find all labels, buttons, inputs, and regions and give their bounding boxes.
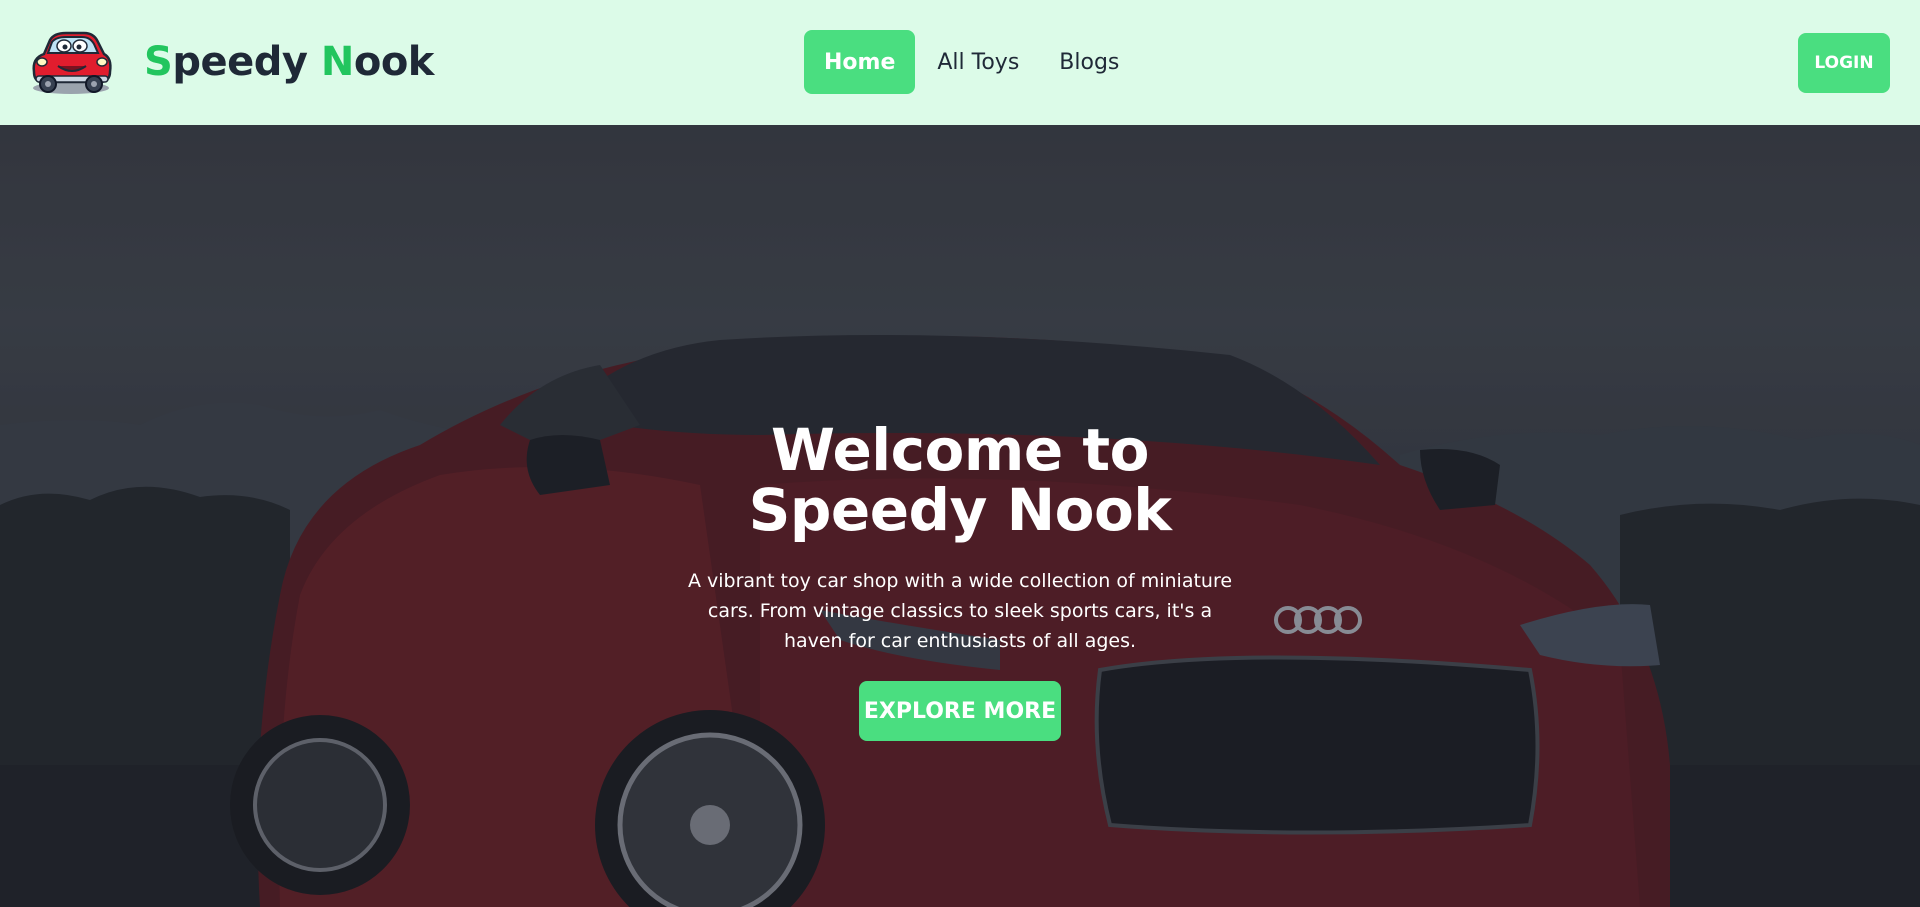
brand-name: Speedy Nook — [144, 39, 434, 85]
hero-description: A vibrant toy car shop with a wide colle… — [687, 570, 1233, 652]
nav-all-toys[interactable]: All Toys — [917, 30, 1039, 94]
hero-section: Welcome to Speedy Nook A vibrant toy car… — [0, 125, 1920, 907]
nav-home[interactable]: Home — [804, 30, 916, 94]
hero-content: Welcome to Speedy Nook A vibrant toy car… — [660, 420, 1260, 741]
nav-blogs[interactable]: Blogs — [1039, 30, 1139, 94]
cartoon-red-car-icon — [32, 31, 112, 94]
explore-more-button[interactable]: EXPLORE MORE — [859, 681, 1061, 741]
hero-title: Welcome to Speedy Nook — [748, 416, 1172, 544]
brand-initial-n: N — [320, 39, 354, 85]
navbar: Speedy Nook Home All Toys Blogs LOGIN — [0, 0, 1920, 125]
brand-word-rest-1: peedy — [172, 39, 308, 85]
brand-word-rest-2: ook — [353, 39, 435, 85]
brand-initial-s: S — [144, 39, 173, 85]
brand[interactable]: Speedy Nook — [28, 28, 434, 96]
main-nav: Home All Toys Blogs — [804, 30, 1139, 94]
login-button[interactable]: LOGIN — [1798, 33, 1890, 93]
